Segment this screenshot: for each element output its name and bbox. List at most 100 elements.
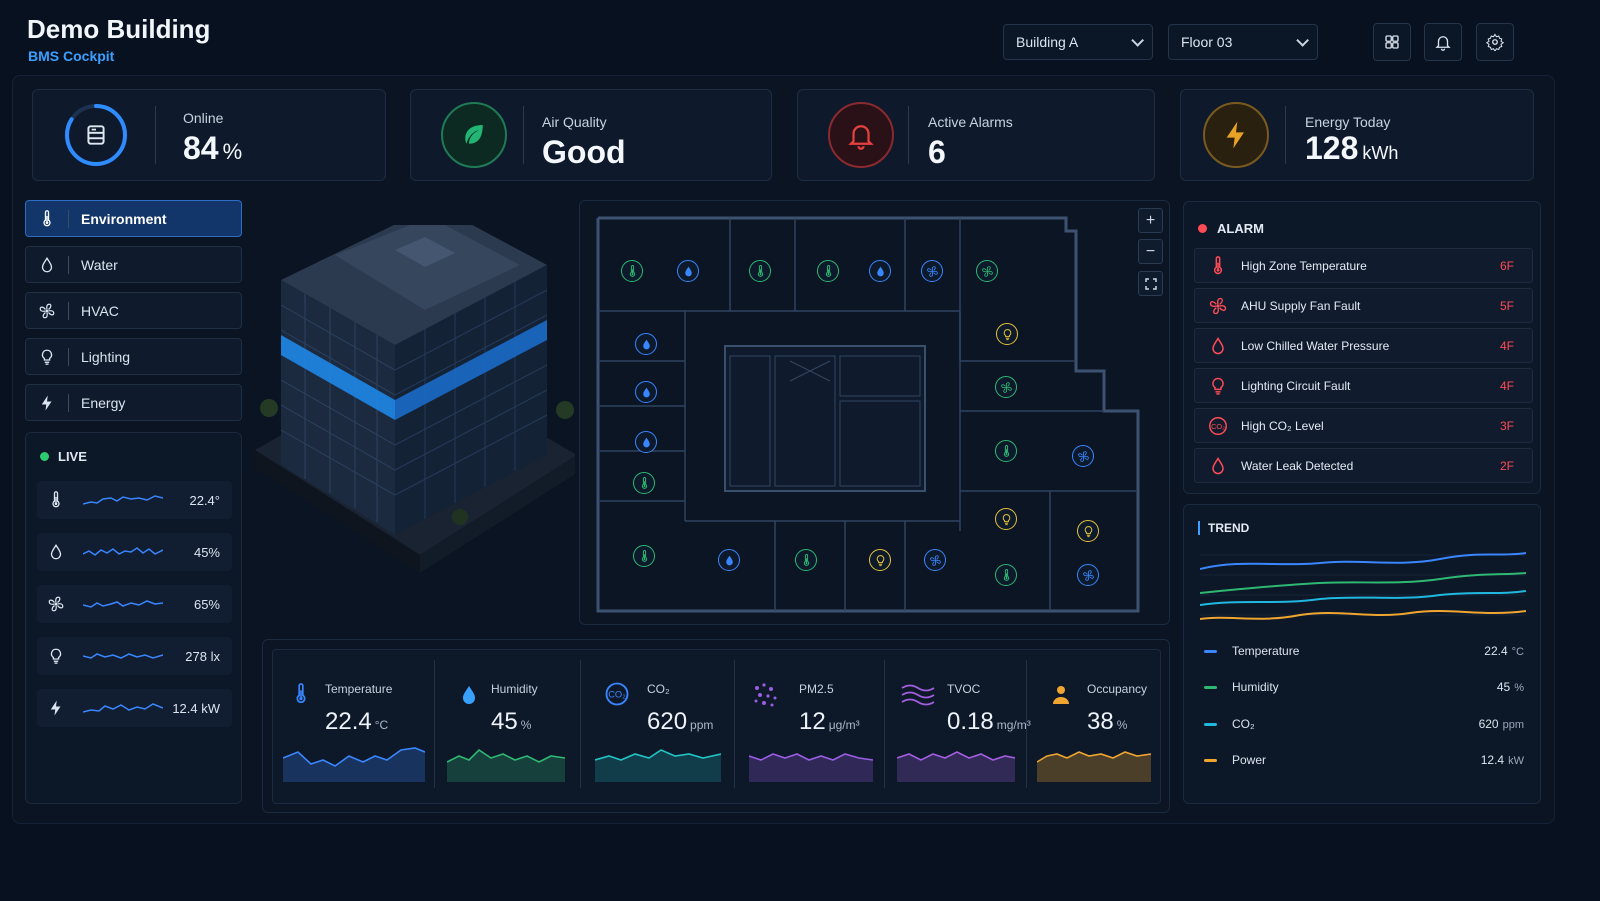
trend-row-humidity[interactable]: Humidity 45% [1204, 680, 1524, 694]
alarm-item[interactable]: AHU Supply Fan Fault 5F [1194, 288, 1533, 323]
live-panel: LIVE 22.4° 45% 65% 278 lx 12.4 kW [25, 432, 242, 804]
building-select[interactable]: Building A [1003, 24, 1153, 60]
floor-sensor-marker[interactable] [621, 260, 643, 282]
trend-value: 22.4 °C [1484, 644, 1524, 658]
expand-icon [1144, 277, 1157, 290]
trend-label: Humidity [1232, 680, 1279, 694]
alarm-item[interactable]: Lighting Circuit Fault 4F [1194, 368, 1533, 403]
sensor-pm25[interactable]: PM2.5 12 μg/m³ [735, 650, 885, 805]
droplet-icon [640, 436, 653, 449]
floor-sensor-marker[interactable] [995, 440, 1017, 462]
sparkline [83, 600, 163, 608]
kpi-alarms-card[interactable]: Active Alarms 6 [797, 89, 1155, 181]
live-row-energy[interactable]: 12.4 kW [37, 689, 232, 727]
alarm-label: AHU Supply Fan Fault [1241, 298, 1361, 313]
alarm-item[interactable]: Water Leak Detected 2F [1194, 448, 1533, 483]
live-row-humidity[interactable]: 45% [37, 533, 232, 571]
alarm-item[interactable]: High Zone Temperature 6F [1194, 248, 1533, 283]
kpi-air-label: Air Quality [542, 114, 607, 130]
trend-label: Power [1232, 753, 1267, 767]
energy-ring [1203, 102, 1269, 168]
fan-icon [981, 265, 994, 278]
nav-item-hvac[interactable]: HVAC [25, 292, 242, 329]
kpi-divider [155, 106, 156, 164]
nav-item-lighting[interactable]: Lighting [25, 338, 242, 375]
nav-item-energy[interactable]: Energy [25, 384, 242, 421]
sensor-strip: Temperature 22.4 °C Humidity 45% CO₂ 620 p… [262, 639, 1170, 813]
floor-sensor-marker[interactable] [1077, 564, 1099, 586]
kpi-energy-card[interactable]: Energy Today 128 kWh [1180, 89, 1534, 181]
floor-sensor-marker[interactable] [924, 549, 946, 571]
trend-row-power[interactable]: Power 12.4 kW [1204, 753, 1524, 767]
droplet-icon [1208, 335, 1228, 357]
zoom-out-button[interactable]: − [1138, 239, 1163, 264]
sensor-value: 38% [1087, 708, 1128, 735]
fan-icon [926, 265, 939, 278]
thermometer-icon [822, 265, 835, 278]
floor-sensor-marker[interactable] [869, 260, 891, 282]
nav-item-label: Environment [81, 210, 167, 227]
trend-title: TREND [1198, 521, 1249, 535]
alarm-label: Lighting Circuit Fault [1241, 378, 1351, 393]
fan-icon [1082, 569, 1095, 582]
sensor-occupancy[interactable]: Occupancy 38% [1027, 650, 1162, 805]
floor-sensor-marker[interactable] [749, 260, 771, 282]
floor-sensor-marker[interactable] [1077, 520, 1099, 542]
floor-sensor-marker[interactable] [995, 564, 1017, 586]
alarm-title: ALARM [1198, 221, 1264, 236]
kpi-air-card[interactable]: Air Quality Good [410, 89, 772, 181]
alarm-item[interactable]: Low Chilled Water Pressure 4F [1194, 328, 1533, 363]
floor-sensor-marker[interactable] [635, 431, 657, 453]
waves-icon [901, 684, 935, 706]
alarm-item[interactable]: High CO₂ Level 3F [1194, 408, 1533, 443]
floor-select[interactable]: Floor 03 [1168, 24, 1318, 60]
trend-panel: TREND Temperature 22.4 °C Humidity 45% CO… [1183, 504, 1541, 804]
fan-icon [1077, 450, 1090, 463]
live-row-lighting[interactable]: 278 lx [37, 637, 232, 675]
kpi-online-label: Online [183, 110, 224, 126]
floor-sensor-marker[interactable] [677, 260, 699, 282]
trend-row-temperature[interactable]: Temperature 22.4 °C [1204, 644, 1524, 658]
nav-item-label: Energy [81, 394, 126, 411]
floor-sensor-marker[interactable] [633, 545, 655, 567]
floor-sensor-marker[interactable] [921, 260, 943, 282]
live-value: 65% [193, 596, 220, 612]
alarm-floor: 6F [1499, 258, 1514, 273]
floor-sensor-marker[interactable] [995, 376, 1017, 398]
sensor-temperature[interactable]: Temperature 22.4 °C [273, 650, 435, 805]
sensor-tvoc[interactable]: TVOC 0.18 mg/m³ [885, 650, 1031, 805]
floor-sensor-marker[interactable] [795, 549, 817, 571]
live-row-temperature[interactable]: 22.4° [37, 481, 232, 519]
sensor-sparkline [897, 751, 1015, 782]
sensor-humidity[interactable]: Humidity 45% [435, 650, 581, 805]
floor-sensor-marker[interactable] [1072, 445, 1094, 467]
floor-sensor-marker[interactable] [633, 472, 655, 494]
sensor-co2[interactable]: CO₂ 620 ppm [581, 650, 735, 805]
floor-sensor-marker[interactable] [869, 549, 891, 571]
live-row-hvac[interactable]: 65% [37, 585, 232, 623]
sensor-sparkline [447, 748, 565, 782]
floor-sensor-marker[interactable] [635, 333, 657, 355]
building-3d-model[interactable] [255, 225, 575, 585]
floor-sensor-marker[interactable] [817, 260, 839, 282]
kpi-online-card[interactable]: Online 84% [32, 89, 386, 181]
nav-item-environment[interactable]: Environment [25, 200, 242, 237]
fullscreen-button[interactable] [1138, 271, 1163, 296]
sensor-sparkline [283, 747, 425, 782]
sparkline [83, 547, 163, 556]
floor-sensor-marker[interactable] [996, 323, 1018, 345]
zoom-in-button[interactable]: + [1138, 208, 1163, 233]
online-progress-ring [63, 102, 129, 168]
settings-button[interactable] [1476, 23, 1514, 61]
bulb-icon [874, 554, 887, 567]
grid-view-button[interactable] [1373, 23, 1411, 61]
floor-sensor-marker[interactable] [976, 260, 998, 282]
notifications-button[interactable] [1424, 23, 1462, 61]
sensor-value: 12 μg/m³ [799, 708, 860, 735]
floor-sensor-marker[interactable] [995, 508, 1017, 530]
floor-sensor-marker[interactable] [718, 549, 740, 571]
nav-item-water[interactable]: Water [25, 246, 242, 283]
trend-row-co2[interactable]: CO₂ 620 ppm [1204, 717, 1524, 731]
trend-chart[interactable] [1200, 545, 1526, 631]
floor-sensor-marker[interactable] [635, 381, 657, 403]
